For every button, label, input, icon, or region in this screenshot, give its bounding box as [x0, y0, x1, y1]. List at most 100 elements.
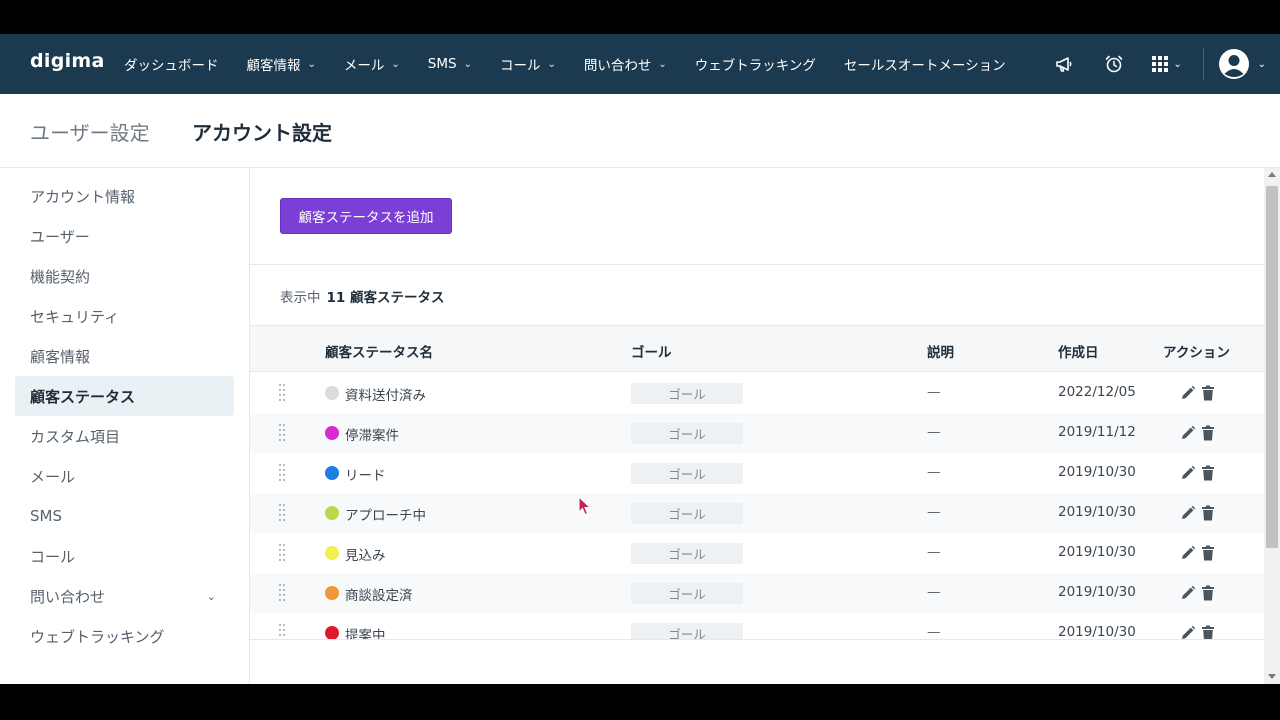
sidebar-item-contracts[interactable]: 機能契約 — [15, 256, 234, 296]
trash-icon[interactable] — [1201, 465, 1215, 481]
sidebar-item-web-tracking[interactable]: ウェブトラッキング — [15, 616, 234, 656]
created-date: 2019/10/30 — [1058, 504, 1136, 520]
sidebar-item-call[interactable]: コール — [15, 536, 234, 576]
status-name: アプローチ中 — [345, 508, 426, 524]
nav-item-web-tracking[interactable]: ウェブトラッキング — [681, 34, 830, 94]
pencil-icon[interactable] — [1180, 545, 1196, 561]
nav-item-inquiry[interactable]: 問い合わせ ⌄ — [570, 34, 681, 94]
user-avatar-icon — [1218, 49, 1249, 79]
sidebar-item-customer-status[interactable]: 顧客ステータス — [15, 376, 234, 416]
sidebar-item-customer-info[interactable]: 顧客情報 — [15, 336, 234, 376]
page-header: ユーザー設定 アカウント設定 — [0, 94, 1280, 168]
nav-item-sales-automation[interactable]: セールスオートメーション — [830, 34, 1020, 94]
scroll-thumb[interactable] — [1266, 186, 1278, 548]
top-navbar: digima ダッシュボード 顧客情報 ⌄ メール ⌄ SMS ⌄ コール ⌄ — [0, 34, 1280, 94]
nav-item-sms[interactable]: SMS ⌄ — [414, 34, 486, 94]
announcements-button[interactable] — [1039, 34, 1089, 94]
trash-icon[interactable] — [1201, 545, 1215, 561]
status-color-dot — [325, 586, 339, 600]
status-color-dot — [325, 506, 339, 520]
pencil-icon[interactable] — [1180, 465, 1196, 481]
drag-handle-icon[interactable] — [278, 422, 286, 444]
status-name: 資料送付済み — [345, 388, 426, 404]
created-date: 2019/10/30 — [1058, 464, 1136, 480]
nav-item-call[interactable]: コール ⌄ — [486, 34, 570, 94]
drag-handle-icon[interactable] — [278, 582, 286, 604]
goal-tag[interactable]: ゴール — [631, 583, 743, 604]
table-row[interactable]: 資料送付済み ゴール — 2022/12/05 — [250, 373, 1264, 413]
table-row[interactable]: リード ゴール — 2019/10/30 — [250, 453, 1264, 493]
tab-user-settings[interactable]: ユーザー設定 — [30, 117, 150, 146]
table-row[interactable]: 商談設定済 ゴール — 2019/10/30 — [250, 573, 1264, 613]
sidebar-item-account-info[interactable]: アカウント情報 — [15, 176, 234, 216]
column-header-actions: アクション — [1163, 345, 1230, 361]
nav-right-tools: ⌄ ⌄ — [1039, 34, 1280, 94]
status-description: — — [927, 504, 941, 520]
chevron-down-icon: ⌄ — [307, 58, 316, 70]
trash-icon[interactable] — [1201, 425, 1215, 441]
sidebar-item-label: 顧客ステータス — [30, 387, 136, 406]
table-row[interactable]: 停滞案件 ゴール — 2019/11/12 — [250, 413, 1264, 453]
trash-icon[interactable] — [1201, 505, 1215, 521]
reminders-button[interactable] — [1089, 34, 1139, 94]
sidebar-item-users[interactable]: ユーザー — [15, 216, 234, 256]
settings-sidebar: アカウント情報 ユーザー 機能契約 セキュリティ 顧客情報 顧客ステータス カス… — [0, 168, 250, 684]
status-color-dot — [325, 426, 339, 440]
vertical-scrollbar[interactable] — [1264, 168, 1280, 684]
letterbox-bottom — [0, 684, 1280, 720]
drag-handle-icon[interactable] — [278, 542, 286, 564]
nav-item-dashboard[interactable]: ダッシュボード — [110, 34, 233, 94]
created-date: 2019/10/30 — [1058, 544, 1136, 560]
column-header-description[interactable]: 説明 — [927, 341, 954, 361]
sidebar-item-inquiry[interactable]: 問い合わせ ⌄ — [15, 576, 234, 616]
nav-item-label: セールスオートメーション — [843, 58, 1006, 74]
sidebar-item-security[interactable]: セキュリティ — [15, 296, 234, 336]
goal-tag[interactable]: ゴール — [631, 503, 743, 524]
goal-tag[interactable]: ゴール — [631, 423, 743, 444]
scroll-down-arrow-icon[interactable] — [1268, 674, 1276, 679]
trash-icon[interactable] — [1201, 385, 1215, 401]
column-header-name[interactable]: 顧客ステータス名 — [325, 341, 433, 361]
app-window: digima ダッシュボード 顧客情報 ⌄ メール ⌄ SMS ⌄ コール ⌄ — [0, 34, 1280, 684]
drag-handle-icon[interactable] — [278, 462, 286, 484]
status-color-dot — [325, 466, 339, 480]
add-customer-status-button[interactable]: 顧客ステータスを追加 — [280, 198, 452, 234]
pencil-icon[interactable] — [1180, 505, 1196, 521]
sidebar-item-label: セキュリティ — [30, 307, 120, 326]
trash-icon[interactable] — [1201, 585, 1215, 601]
status-color-dot — [325, 546, 339, 560]
nav-item-mail[interactable]: メール ⌄ — [330, 34, 414, 94]
alarm-clock-icon — [1105, 55, 1122, 73]
created-date: 2019/11/12 — [1058, 424, 1136, 440]
sidebar-item-sms[interactable]: SMS — [15, 496, 234, 536]
pencil-icon[interactable] — [1180, 385, 1196, 401]
apps-menu-button[interactable]: ⌄ — [1139, 34, 1195, 94]
status-description: — — [927, 464, 941, 480]
sidebar-item-custom-fields[interactable]: カスタム項目 — [15, 416, 234, 456]
nav-item-label: コール — [499, 58, 541, 74]
scroll-up-arrow-icon[interactable] — [1268, 172, 1276, 177]
status-description: — — [927, 624, 941, 640]
table-header: 顧客ステータス名 ゴール 説明 作成日 アクション — [250, 326, 1264, 372]
goal-tag[interactable]: ゴール — [631, 463, 743, 484]
drag-handle-icon[interactable] — [278, 502, 286, 524]
drag-handle-icon[interactable] — [278, 382, 286, 404]
nav-item-customer-info[interactable]: 顧客情報 ⌄ — [233, 34, 330, 94]
mouse-cursor-icon — [578, 496, 592, 516]
user-menu-button[interactable]: ⌄ — [1210, 34, 1280, 94]
tab-account-settings[interactable]: アカウント設定 — [192, 117, 332, 146]
column-header-created[interactable]: 作成日 — [1058, 341, 1099, 361]
sidebar-item-mail[interactable]: メール — [15, 456, 234, 496]
goal-tag[interactable]: ゴール — [631, 543, 743, 564]
table-row[interactable]: 見込み ゴール — 2019/10/30 — [250, 533, 1264, 573]
table-row[interactable]: アプローチ中 ゴール — 2019/10/30 — [250, 493, 1264, 533]
digima-logo[interactable]: digima — [30, 50, 105, 72]
pencil-icon[interactable] — [1180, 425, 1196, 441]
column-header-goal[interactable]: ゴール — [631, 341, 672, 361]
nav-item-label: ダッシュボード — [124, 58, 219, 74]
created-date: 2019/10/30 — [1058, 584, 1136, 600]
nav-item-label: 問い合わせ — [583, 58, 652, 74]
created-date: 2022/12/05 — [1058, 384, 1136, 400]
goal-tag[interactable]: ゴール — [631, 383, 743, 404]
pencil-icon[interactable] — [1180, 585, 1196, 601]
